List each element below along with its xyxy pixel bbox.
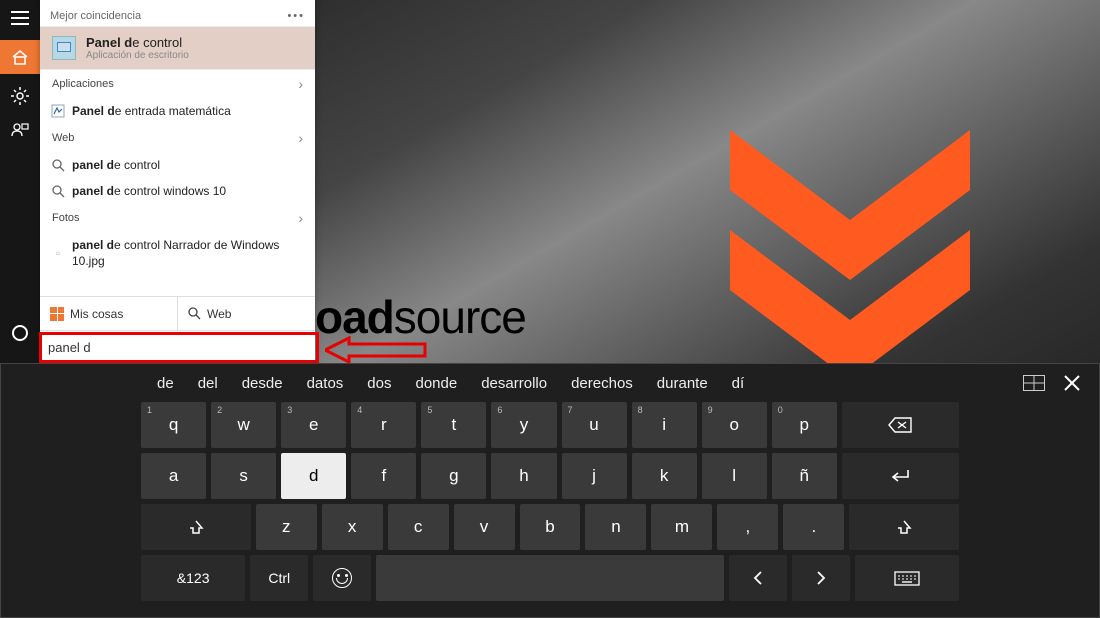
key-v[interactable]: v	[454, 504, 515, 550]
best-match-item[interactable]: Panel de control Aplicación de escritori…	[40, 26, 315, 70]
key-j[interactable]: j	[562, 453, 627, 499]
keyboard-row-1: 1q2w3e4r5t6y7u8i9o0p	[1, 402, 1099, 448]
key-d[interactable]: d	[281, 453, 346, 499]
key-i[interactable]: 8i	[632, 402, 697, 448]
results-header: Mejor coincidencia •••	[40, 0, 315, 26]
wallpaper-logo	[720, 120, 980, 380]
section-photos[interactable]: Fotos›	[40, 204, 315, 232]
key-u[interactable]: 7u	[562, 402, 627, 448]
keyboard-row-4: &123Ctrl	[1, 555, 1099, 601]
gear-icon[interactable]	[8, 84, 32, 108]
search-input[interactable]: panel d	[40, 330, 315, 363]
key-shift-right[interactable]	[849, 504, 959, 550]
key-l[interactable]: l	[702, 453, 767, 499]
suggestion[interactable]: datos	[307, 375, 344, 392]
key-f[interactable]: f	[351, 453, 416, 499]
best-match-label: Mejor coincidencia	[50, 10, 141, 22]
search-icon	[50, 183, 66, 199]
more-icon[interactable]: •••	[287, 10, 305, 22]
best-match-title: Panel de control	[86, 35, 189, 50]
image-file-icon: ▫	[50, 246, 66, 262]
key-r[interactable]: 4r	[351, 402, 416, 448]
keyboard-row-2: asdfghjklñ	[1, 453, 1099, 499]
app-result-1[interactable]: Panel de entrada matemática	[40, 98, 315, 124]
key-symbols[interactable]: &123	[141, 555, 245, 601]
section-apps[interactable]: Aplicaciones›	[40, 70, 315, 98]
suggestion[interactable]: donde	[415, 375, 457, 392]
suggestion[interactable]: de	[157, 375, 174, 392]
key-keyboard-mode[interactable]	[855, 555, 959, 601]
key-emoji[interactable]	[313, 555, 371, 601]
chevron-right-icon: ›	[298, 76, 303, 92]
search-icon	[50, 157, 66, 173]
key-t[interactable]: 5t	[421, 402, 486, 448]
hamburger-icon[interactable]	[8, 6, 32, 30]
suggestion-bar: de del desde datos dos donde desarrollo …	[1, 364, 1099, 402]
key-backspace[interactable]	[842, 402, 959, 448]
key-g[interactable]: g	[421, 453, 486, 499]
key-p[interactable]: 0p	[772, 402, 837, 448]
key-q[interactable]: 1q	[141, 402, 206, 448]
key-a[interactable]: a	[141, 453, 206, 499]
key-y[interactable]: 6y	[491, 402, 556, 448]
key-c[interactable]: c	[388, 504, 449, 550]
math-input-icon	[50, 103, 66, 119]
search-icon	[188, 307, 201, 320]
home-icon[interactable]	[0, 40, 40, 74]
key-period[interactable]: .	[783, 504, 844, 550]
key-left[interactable]	[729, 555, 787, 601]
suggestion[interactable]: derechos	[571, 375, 633, 392]
cortana-sidebar	[0, 0, 40, 363]
key-w[interactable]: 2w	[211, 402, 276, 448]
suggestion[interactable]: dí	[732, 375, 745, 392]
key-right[interactable]	[792, 555, 850, 601]
key-ñ[interactable]: ñ	[772, 453, 837, 499]
control-panel-icon	[52, 36, 76, 60]
key-space[interactable]	[376, 555, 724, 601]
on-screen-keyboard: de del desde datos dos donde desarrollo …	[0, 363, 1100, 618]
key-k[interactable]: k	[632, 453, 697, 499]
suggestion[interactable]: desarrollo	[481, 375, 547, 392]
web-result-2[interactable]: panel de control windows 10	[40, 178, 315, 204]
suggestion[interactable]: del	[198, 375, 218, 392]
search-query-text: panel d	[48, 340, 91, 355]
key-o[interactable]: 9o	[702, 402, 767, 448]
web-result-1[interactable]: panel de control	[40, 152, 315, 178]
key-h[interactable]: h	[491, 453, 556, 499]
close-keyboard-icon[interactable]	[1063, 374, 1081, 392]
key-x[interactable]: x	[322, 504, 383, 550]
keyboard-layout-icon[interactable]	[1023, 375, 1045, 391]
key-enter[interactable]	[842, 453, 959, 499]
suggestion[interactable]: dos	[367, 375, 391, 392]
feedback-icon[interactable]	[8, 118, 32, 142]
chevron-right-icon: ›	[298, 130, 303, 146]
search-results-panel: Mejor coincidencia ••• Panel de control …	[40, 0, 315, 363]
key-b[interactable]: b	[520, 504, 581, 550]
windows-logo-icon	[50, 307, 64, 321]
tab-web[interactable]: Web	[178, 297, 315, 330]
key-comma[interactable]: ,	[717, 504, 778, 550]
suggestion[interactable]: desde	[242, 375, 283, 392]
key-z[interactable]: z	[256, 504, 317, 550]
key-ctrl[interactable]: Ctrl	[250, 555, 308, 601]
section-web[interactable]: Web›	[40, 124, 315, 152]
search-scope-tabs: Mis cosas Web	[40, 296, 315, 330]
best-match-subtitle: Aplicación de escritorio	[86, 50, 189, 61]
key-m[interactable]: m	[651, 504, 712, 550]
photo-result-1[interactable]: ▫ panel de control Narrador de Windows 1…	[40, 232, 315, 275]
wallpaper-text: oadsource	[315, 290, 526, 344]
key-e[interactable]: 3e	[281, 402, 346, 448]
cortana-icon[interactable]	[8, 321, 32, 345]
suggestion[interactable]: durante	[657, 375, 708, 392]
keyboard-row-3: zxcvbnm,.	[1, 504, 1099, 550]
chevron-right-icon: ›	[298, 210, 303, 226]
key-shift-left[interactable]	[141, 504, 251, 550]
key-n[interactable]: n	[585, 504, 646, 550]
key-s[interactable]: s	[211, 453, 276, 499]
tab-my-stuff[interactable]: Mis cosas	[40, 297, 178, 330]
